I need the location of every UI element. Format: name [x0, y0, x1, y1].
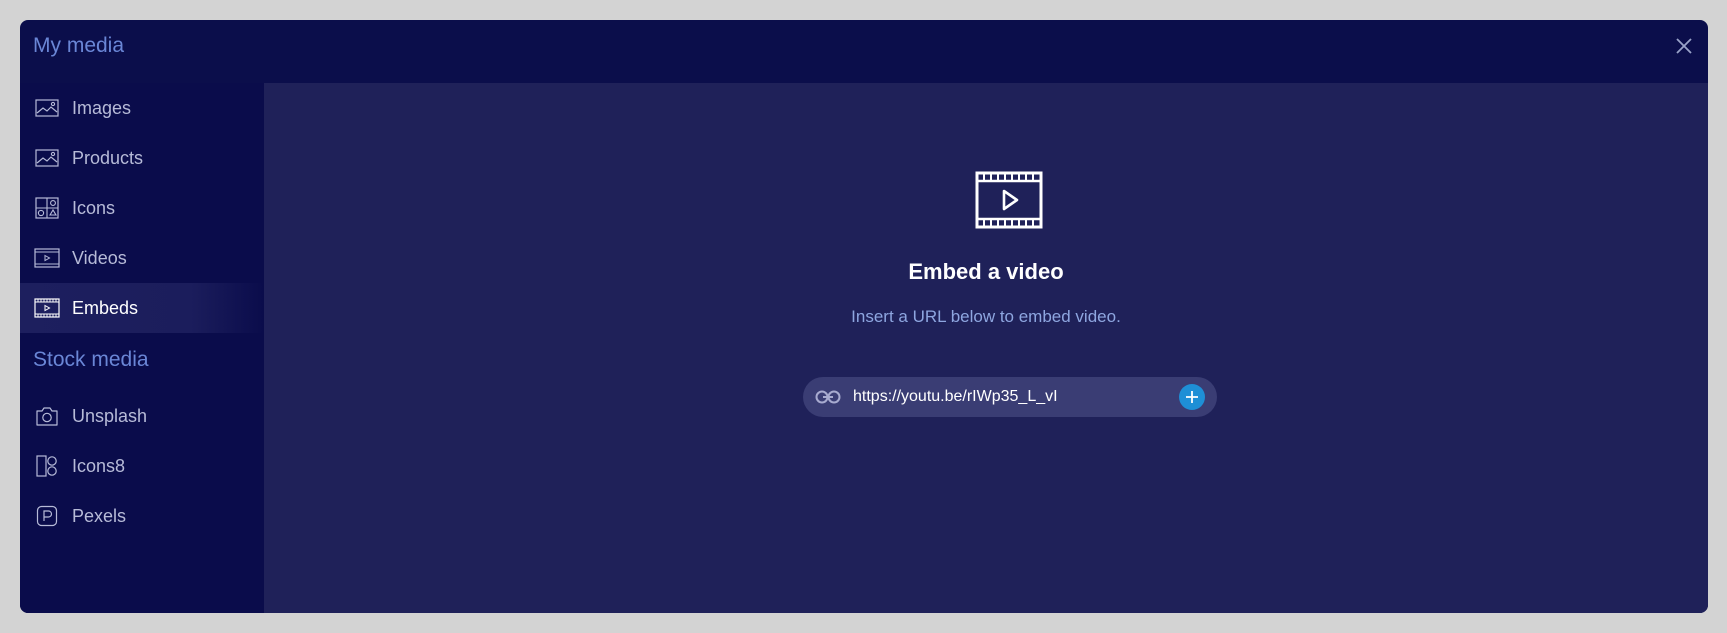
- sidebar: Images Products Icons Videos Embeds Stoc…: [20, 83, 264, 613]
- media-modal: My media Images Products Icons Videos Em…: [20, 20, 1708, 613]
- sidebar-item-label: Icons: [72, 197, 116, 218]
- embed-subtitle: Insert a URL below to embed video.: [851, 307, 1121, 326]
- camera-icon: [34, 403, 60, 429]
- video-icon: [34, 245, 60, 271]
- close-button[interactable]: [1672, 34, 1696, 58]
- sidebar-item-icons8[interactable]: Icons8: [20, 441, 264, 491]
- sidebar-item-pexels[interactable]: Pexels: [20, 491, 264, 541]
- sidebar-item-label: Products: [72, 147, 144, 168]
- sidebar-item-label: Pexels: [72, 505, 127, 526]
- pexels-icon: [34, 503, 60, 529]
- url-input[interactable]: [853, 388, 1179, 406]
- sidebar-item-label: Images: [72, 97, 132, 118]
- plus-icon: [1186, 391, 1198, 403]
- sidebar-item-videos[interactable]: Videos: [20, 233, 264, 283]
- modal-title: My media: [33, 34, 125, 57]
- embed-title: Embed a video: [908, 259, 1064, 284]
- sidebar-item-unsplash[interactable]: Unsplash: [20, 391, 264, 441]
- film-icon: [34, 295, 60, 321]
- url-field: [803, 377, 1217, 417]
- sidebar-item-products[interactable]: Products: [20, 133, 264, 183]
- film-icon: [975, 171, 1043, 229]
- link-icon: [815, 387, 841, 407]
- sidebar-item-embeds[interactable]: Embeds: [20, 283, 264, 333]
- stock-media-title: Stock media: [33, 348, 149, 371]
- sidebar-item-label: Videos: [72, 247, 127, 268]
- add-url-button[interactable]: [1179, 384, 1205, 410]
- image-icon: [34, 95, 60, 121]
- sidebar-item-icons[interactable]: Icons: [20, 183, 264, 233]
- modal-header: My media: [20, 20, 1708, 83]
- close-icon: [1676, 38, 1692, 54]
- sidebar-item-images[interactable]: Images: [20, 83, 264, 133]
- embed-panel: Embed a video Insert a URL below to embe…: [264, 83, 1708, 613]
- sidebar-item-label: Unsplash: [72, 405, 148, 426]
- icons8-icon: [34, 453, 60, 479]
- sidebar-item-label: Icons8: [72, 455, 126, 476]
- icons-grid-icon: [34, 195, 60, 221]
- sidebar-item-label: Embeds: [72, 297, 139, 318]
- image-icon: [34, 145, 60, 171]
